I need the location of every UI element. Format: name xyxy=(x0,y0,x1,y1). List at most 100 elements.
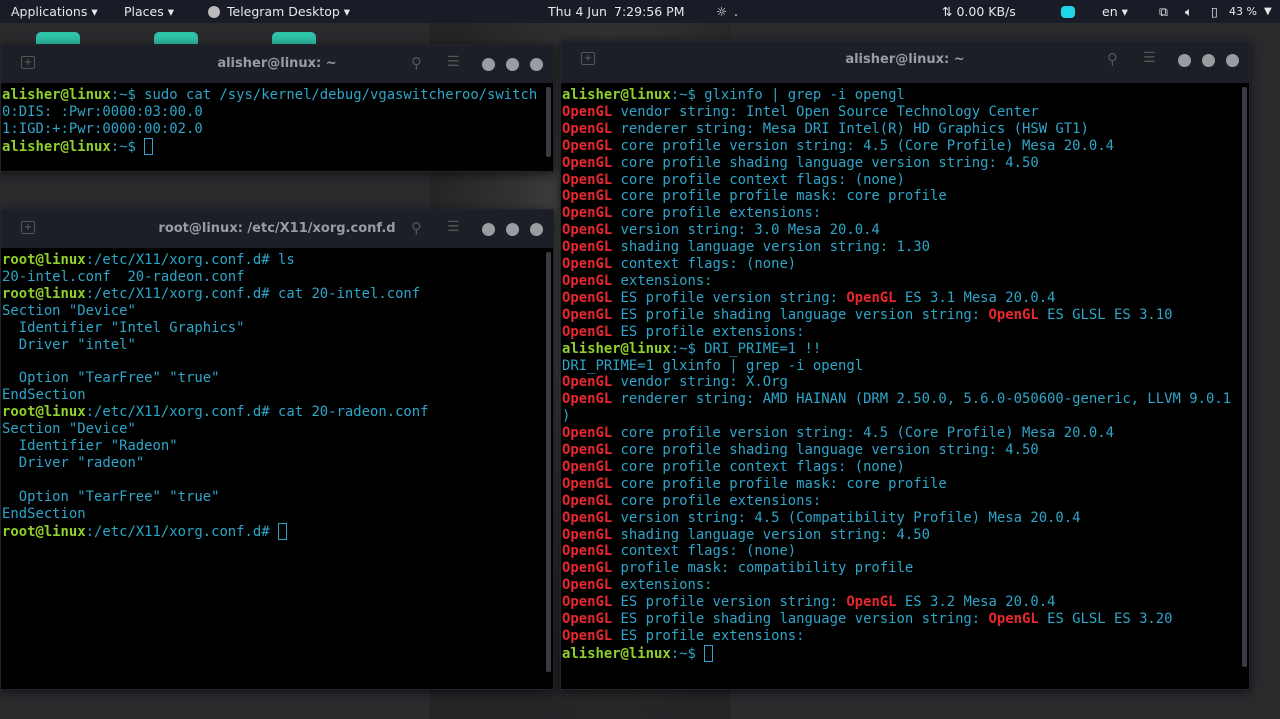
terminal-line: DRI_PRIME=1 glxinfo | grep -i opengl​ xyxy=(562,358,1249,375)
terminal-window-home[interactable]: + alisher@linux: ~ ⚲ ☰ alisher@linux:~$ … xyxy=(0,44,554,172)
grep-match: OpenGL xyxy=(562,171,613,188)
terminal-line: alisher@linux:~$ glxinfo | grep -i openg… xyxy=(562,87,1249,104)
output-text: context flags: (none) xyxy=(612,543,797,560)
output-text: Identifier "Intel Graphics" xyxy=(2,319,245,336)
maximize-button[interactable] xyxy=(1202,54,1215,67)
menu-icon[interactable]: ☰ xyxy=(1143,50,1156,66)
scrollbar[interactable] xyxy=(1242,87,1247,667)
output-text: ES GLSL ES 3.20 xyxy=(1038,611,1173,628)
search-icon[interactable]: ⚲ xyxy=(411,54,422,72)
terminal-line: OpenGL core profile extensions:​ xyxy=(562,493,1249,510)
grep-match: OpenGL xyxy=(562,256,613,273)
terminal-window-glxinfo[interactable]: + alisher@linux: ~ ⚲ ☰ alisher@linux:~$ … xyxy=(560,40,1250,690)
grep-match: OpenGL xyxy=(562,458,613,475)
output-text: core profile context flags: (none) xyxy=(612,458,905,475)
terminal-output[interactable]: alisher@linux :~$ glxinfo | grep -i openg… xyxy=(561,83,1249,663)
output-text: :~$ glxinfo | grep -i opengl xyxy=(670,87,905,103)
grep-match: OpenGL xyxy=(562,306,613,323)
title-bar[interactable]: + alisher@linux: ~ ⚲ ☰ xyxy=(1,45,553,83)
minimize-button[interactable] xyxy=(482,223,495,236)
grep-match: OpenGL xyxy=(562,391,613,408)
battery-icon[interactable]: ▯ xyxy=(1211,4,1218,19)
prompt-user-host: alisher@linux xyxy=(2,87,111,103)
terminal-line: root@linux:/etc/X11/xorg.conf.d# ls​ xyxy=(2,252,553,269)
close-button[interactable] xyxy=(530,58,543,71)
output-text: extensions: xyxy=(612,272,713,289)
prompt-user-host: root@linux xyxy=(2,285,86,302)
output-text: ES profile shading language version stri… xyxy=(612,306,989,323)
title-bar[interactable]: + alisher@linux: ~ ⚲ ☰ xyxy=(561,41,1249,83)
grep-match: OpenGL xyxy=(562,475,613,492)
output-text: ES 3.1 Mesa 20.0.4 xyxy=(896,289,1056,306)
output-text: vendor string: Intel Open Source Technol… xyxy=(612,103,1039,120)
maximize-button[interactable] xyxy=(506,58,519,71)
terminal-line: OpenGL core profile version string: 4.5 … xyxy=(562,425,1249,442)
terminal-line: OpenGL renderer string: Mesa DRI Intel(R… xyxy=(562,121,1249,138)
telegram-icon xyxy=(208,5,220,18)
terminal-line: OpenGL core profile context flags: (none… xyxy=(562,459,1249,476)
output-text: Driver "radeon" xyxy=(2,454,145,471)
minimize-button[interactable] xyxy=(482,58,495,71)
volume-icon[interactable]: 🔈︎ xyxy=(1185,4,1193,20)
grep-match: OpenGL xyxy=(562,543,613,560)
terminal-line: alisher@linux:~$ DRI_PRIME=1 !!​ xyxy=(562,341,1249,358)
output-text: ES profile version string: xyxy=(612,594,847,611)
places-menu[interactable]: Places ▾ xyxy=(124,4,174,19)
close-button[interactable] xyxy=(1226,54,1239,67)
terminal-window-xorg[interactable]: + root@linux: /etc/X11/xorg.conf.d ⚲ ☰ r… xyxy=(0,209,554,690)
terminal-line: OpenGL vendor string: Intel Open Source … xyxy=(562,104,1249,121)
output-text: :~$ xyxy=(110,138,145,155)
desktop-folder-icon[interactable] xyxy=(154,32,198,44)
terminal-line: OpenGL context flags: (none)​ xyxy=(562,543,1249,560)
search-icon[interactable]: ⚲ xyxy=(411,219,422,237)
close-button[interactable] xyxy=(530,223,543,236)
menu-icon[interactable]: ☰ xyxy=(447,219,460,235)
grep-match: OpenGL xyxy=(562,103,613,120)
language-menu[interactable]: en ▾ xyxy=(1102,4,1128,19)
cursor xyxy=(144,137,154,155)
prompt-user-host: alisher@linux xyxy=(562,340,671,357)
terminal-line: OpenGL ES profile shading language versi… xyxy=(562,307,1249,324)
grep-match: OpenGL xyxy=(988,306,1039,323)
grep-match: OpenGL xyxy=(562,120,613,137)
terminal-line: EndSection​ xyxy=(2,506,553,523)
terminal-output[interactable]: root@linux:/etc/X11/xorg.conf.d# ls​20-i… xyxy=(1,248,553,540)
weather-icon[interactable]: ☼ xyxy=(716,4,727,19)
output-text: Driver "intel" xyxy=(2,336,136,353)
terminal-line: Section "Device"​ xyxy=(2,303,553,320)
output-text: core profile profile mask: core profile xyxy=(612,188,947,205)
output-text: EndSection xyxy=(2,505,86,522)
grep-match: OpenGL xyxy=(846,594,897,611)
scrollbar[interactable] xyxy=(546,87,551,157)
minimize-button[interactable] xyxy=(1178,54,1191,67)
menu-icon[interactable]: ☰ xyxy=(447,54,460,70)
grep-match: OpenGL xyxy=(562,492,613,509)
grep-match: OpenGL xyxy=(562,594,613,611)
network-icon[interactable]: ⧉ xyxy=(1159,4,1168,20)
clock[interactable]: 7:29:56 PM xyxy=(614,4,684,19)
scrollbar[interactable] xyxy=(546,252,551,672)
prompt-user-host: alisher@linux xyxy=(562,645,671,662)
applications-menu[interactable]: Applications ▾ xyxy=(11,4,98,19)
terminal-output[interactable]: alisher@linux:~$ sudo cat /sys/kernel/de… xyxy=(1,83,553,156)
system-menu-chevron-icon[interactable]: ▼ xyxy=(1264,6,1272,17)
output-text: :~$ xyxy=(670,645,705,662)
output-text: Section "Device" xyxy=(2,421,136,438)
battery-percent[interactable]: 43 % xyxy=(1229,5,1257,18)
tray-app-icon[interactable] xyxy=(1061,5,1075,18)
terminal-line: OpenGL core profile profile mask: core p… xyxy=(562,188,1249,205)
terminal-line: OpenGL profile mask: compatibility profi… xyxy=(562,560,1249,577)
grep-match: OpenGL xyxy=(562,137,613,154)
app-menu[interactable]: Telegram Desktop ▾ xyxy=(227,4,350,19)
grep-match: OpenGL xyxy=(562,272,613,289)
terminal-line: root@linux:/etc/X11/xorg.conf.d# ​ xyxy=(2,522,553,541)
desktop-folder-icon[interactable] xyxy=(272,32,316,44)
title-bar[interactable]: + root@linux: /etc/X11/xorg.conf.d ⚲ ☰ xyxy=(1,210,553,248)
terminal-line: 0:DIS: :Pwr:0000:03:00.0​ xyxy=(2,104,553,121)
search-icon[interactable]: ⚲ xyxy=(1107,50,1118,68)
terminal-line: Driver "intel"​ xyxy=(2,337,553,354)
desktop-folder-icon[interactable] xyxy=(36,32,80,44)
date[interactable]: Thu 4 Jun xyxy=(548,4,607,19)
maximize-button[interactable] xyxy=(506,223,519,236)
output-text: :~$ sudo cat /sys/kernel/debug/vgaswitch… xyxy=(110,87,538,103)
